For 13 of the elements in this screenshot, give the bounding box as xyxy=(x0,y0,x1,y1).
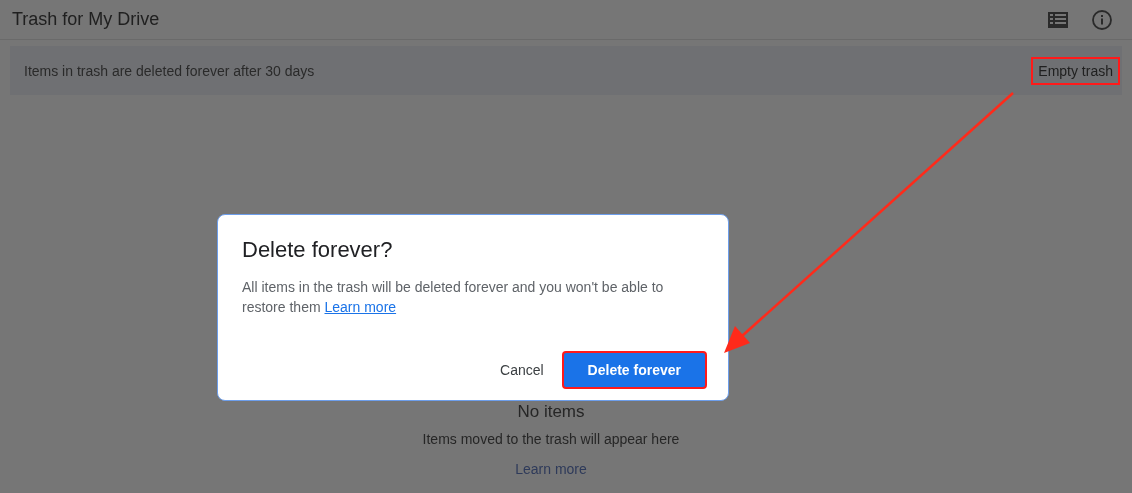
info-icon[interactable] xyxy=(1092,9,1112,30)
list-view-icon[interactable] xyxy=(1048,11,1068,28)
dialog-title: Delete forever? xyxy=(242,237,394,263)
empty-trash-button[interactable]: Empty trash xyxy=(1031,56,1120,85)
empty-title: No items xyxy=(517,402,585,422)
delete-button[interactable]: Delete forever xyxy=(561,351,707,389)
dialog-message: All items in the trash will be deleted forever and you won't be able to restore them Learn more xyxy=(242,278,665,317)
empty-text: Items moved to the trash will appear here xyxy=(422,431,680,447)
learn-more-link[interactable]: Learn more xyxy=(324,299,397,315)
page-title: Trash for My Drive xyxy=(12,9,160,30)
notice-text: Items in trash are deleted forever after 30 days xyxy=(24,62,315,79)
cancel-button[interactable]: Cancel xyxy=(494,351,550,389)
learn-more-link[interactable]: Learn more xyxy=(515,461,587,477)
